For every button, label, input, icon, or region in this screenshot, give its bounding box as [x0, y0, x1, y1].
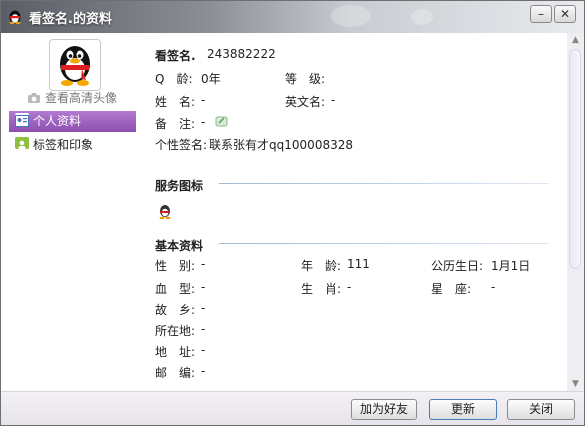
scroll-down-icon[interactable]: ▼ — [567, 377, 584, 391]
zodiac-label: 生 肖: — [301, 282, 342, 296]
location-label: 所在地: — [155, 324, 196, 338]
qq-penguin-icon — [9, 10, 21, 24]
basic-info-title: 基本资料 — [155, 239, 204, 253]
title-bar-decoration — [331, 5, 371, 27]
age-label: 年 龄: — [301, 259, 342, 273]
tag-person-icon — [15, 137, 29, 150]
hometown-label: 故 乡: — [155, 303, 196, 317]
scrollbar-thumb[interactable] — [569, 49, 581, 269]
close-button[interactable]: 关闭 — [507, 399, 575, 420]
postcode-label: 邮 编: — [155, 366, 196, 380]
id-card-icon — [15, 113, 29, 127]
update-button[interactable]: 更新 — [429, 399, 497, 420]
sidebar-item-personal-info[interactable]: 个人资料 — [9, 111, 136, 132]
name-label: 姓 名: — [155, 95, 196, 109]
camera-icon — [28, 93, 40, 103]
constellation-value: - — [491, 280, 496, 294]
hometown-value: - — [201, 301, 206, 315]
signature-label: 个性签名: — [155, 138, 208, 152]
sidebar-item-label: 个人资料 — [33, 114, 82, 128]
section-divider — [219, 243, 549, 244]
remark-value: - — [201, 115, 206, 129]
address-value: - — [201, 343, 206, 357]
sidebar-item-label: 标签和印象 — [33, 138, 94, 152]
profile-qq-number: 243882222 — [207, 47, 276, 61]
birthday-value: 1月1日 — [491, 259, 531, 273]
english-name-value: - — [331, 93, 336, 107]
view-hd-avatar-label: 查看高清头像 — [45, 91, 118, 105]
title-bar-decoration — [411, 9, 433, 25]
zodiac-value: - — [347, 280, 352, 294]
location-value: - — [201, 322, 206, 336]
vertical-scrollbar[interactable]: ▲ ▼ — [567, 33, 584, 391]
edit-remark-button[interactable] — [215, 115, 229, 131]
avatar[interactable] — [49, 39, 101, 91]
remark-label: 备 注: — [155, 117, 196, 131]
gender-label: 性 别: — [155, 259, 196, 273]
title-bar[interactable]: 看签名.的资料 – ✕ — [1, 1, 584, 33]
address-label: 地 址: — [155, 345, 196, 359]
footer-bar: 加为好友 更新 关闭 — [1, 391, 584, 425]
section-divider — [219, 183, 549, 184]
q-age-label: Q 龄: — [155, 72, 193, 86]
qq-service-icon — [159, 205, 171, 220]
view-hd-avatar-link[interactable]: 查看高清头像 — [27, 89, 117, 106]
q-age-value: 0年 — [201, 72, 221, 86]
sidebar: 查看高清头像 个人资料 标签和印象 — [1, 33, 138, 391]
level-label: 等 级: — [285, 72, 326, 86]
profile-content: 看签名. 243882222 Q 龄: 0年 等 级: 姓 名: - 英文名: … — [139, 33, 567, 391]
birthday-label: 公历生日: — [431, 259, 484, 273]
window-title: 看签名.的资料 — [29, 12, 112, 27]
blood-type-label: 血 型: — [155, 282, 196, 296]
profile-window: 看签名.的资料 – ✕ 查看高清头像 个人资料 标签和印象 看签名. 24388… — [0, 0, 585, 426]
profile-nickname: 看签名. — [155, 49, 196, 63]
close-window-button[interactable]: ✕ — [554, 5, 576, 23]
minimize-button[interactable]: – — [530, 5, 552, 23]
age-value: 111 — [347, 257, 370, 271]
blood-type-value: - — [201, 280, 206, 294]
qq-penguin-avatar-icon — [60, 46, 90, 86]
english-name-label: 英文名: — [285, 95, 326, 109]
close-icon: ✕ — [559, 7, 571, 21]
gender-value: - — [201, 257, 206, 271]
minimize-icon: – — [538, 7, 544, 21]
sidebar-item-tags[interactable]: 标签和印象 — [9, 135, 136, 156]
add-friend-button[interactable]: 加为好友 — [351, 399, 417, 420]
service-icon-qq[interactable] — [157, 203, 173, 223]
edit-remark-icon — [215, 116, 228, 127]
postcode-value: - — [201, 364, 206, 378]
constellation-label: 星 座: — [431, 282, 472, 296]
service-icons-title: 服务图标 — [155, 179, 204, 193]
name-value: - — [201, 93, 206, 107]
signature-value: 联系张有才qq100008328 — [209, 138, 353, 152]
scroll-up-icon[interactable]: ▲ — [567, 33, 584, 47]
